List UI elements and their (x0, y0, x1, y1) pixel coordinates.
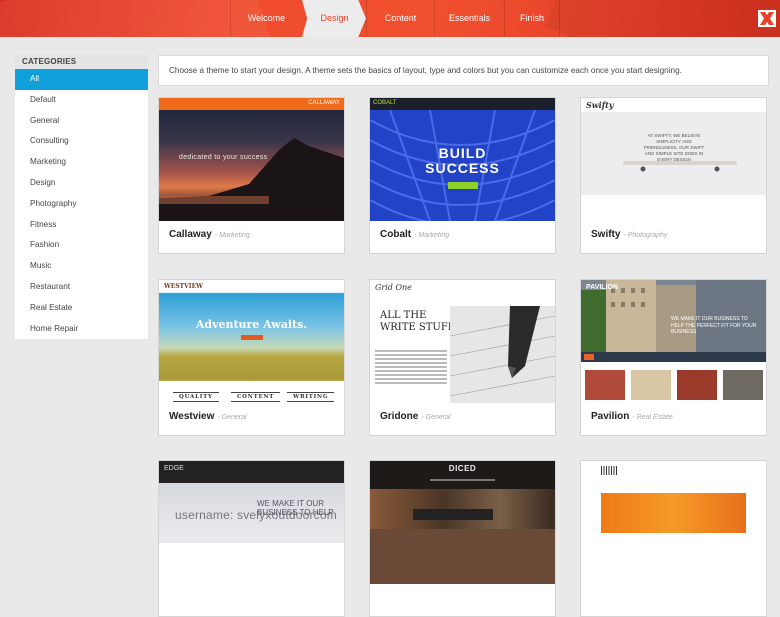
preview-logo-barcode (601, 466, 617, 475)
preview-logo: Swifty (586, 100, 614, 110)
theme-category: - Real Estate (632, 414, 673, 421)
preview-nav (581, 352, 766, 362)
intro-message: Choose a theme to start your design. A t… (158, 55, 769, 86)
theme-label: Gridone - General (380, 411, 451, 422)
theme-name: Pavilion (591, 411, 630, 422)
preview-cta (241, 335, 263, 340)
preview-footer-label: QUALITY (173, 392, 219, 402)
theme-label: Callaway - Marketing (169, 229, 250, 240)
preview-headline: ALL THE WRITE STUFF (380, 310, 455, 333)
theme-card-westview[interactable]: WESTVIEW Adventure Awaits. QUALITY CONTE… (158, 279, 345, 436)
close-x-icon (760, 12, 774, 25)
category-consulting[interactable]: Consulting (15, 131, 148, 152)
step-finish[interactable]: Finish (504, 0, 560, 37)
category-general[interactable]: General (15, 111, 148, 132)
preview-footer-label: WRITING (287, 392, 335, 402)
theme-category: - Marketing (214, 232, 250, 239)
skateboard-image (623, 161, 737, 172)
preview-footer-label: CONTENT (231, 392, 281, 402)
wizard-header: Welcome Design Content Essentials Finish (0, 0, 780, 37)
category-real-estate[interactable]: Real Estate (15, 298, 148, 319)
close-button[interactable] (758, 10, 776, 27)
preview-header (159, 461, 344, 483)
fountain-pen-image (450, 306, 555, 403)
theme-card-orange[interactable] (580, 460, 767, 617)
overlay-bar (413, 509, 493, 520)
theme-category: - Photography (623, 232, 668, 239)
preview-text: WE MAKE IT OUR BUSINESS TO HELP THE PERF… (671, 316, 757, 335)
category-restaurant[interactable]: Restaurant (15, 277, 148, 298)
preview-logo: EDGE (164, 465, 184, 472)
step-content[interactable]: Content (366, 0, 434, 37)
theme-category: - General (217, 414, 247, 421)
category-home-repair[interactable]: Home Repair (15, 319, 148, 340)
theme-category: - Marketing (414, 232, 450, 239)
theme-card-gridone[interactable]: Grid One ALL THE WRITE STUFF Gridone - Ge… (369, 279, 556, 436)
preview-text: AT SWIFTY, WE BELIEVE SIMPLICITY AND FRI… (643, 133, 705, 162)
step-design[interactable]: Design (302, 0, 366, 37)
preview-logo: Grid One (375, 283, 412, 292)
category-default[interactable]: Default (15, 90, 148, 111)
category-design[interactable]: Design (15, 173, 148, 194)
preview-listings (581, 362, 766, 403)
theme-preview-cobalt: COBALT BUILD SUCCESS (370, 98, 555, 221)
preview-body-text (375, 350, 447, 386)
listing-thumbnails (585, 370, 763, 400)
preview-headline: BUILD SUCCESS (370, 146, 555, 176)
preview-cta (448, 182, 478, 189)
theme-name: Gridone (380, 411, 419, 422)
category-fitness[interactable]: Fitness (15, 215, 148, 236)
theme-preview-diced: DICED (370, 461, 555, 584)
header-decoration (545, 0, 780, 37)
preview-footer (581, 195, 766, 221)
theme-preview-edge: EDGE WE MAKE IT OUR BUSINESS TO HELP (159, 461, 344, 584)
theme-preview-westview: WESTVIEW Adventure Awaits. QUALITY CONTE… (159, 280, 344, 403)
preview-headline-line: SUCCESS (425, 160, 500, 176)
theme-preview-orange (581, 461, 766, 584)
theme-preview-swifty: Swifty AT SWIFTY, WE BELIEVE SIMPLICITY … (581, 98, 766, 221)
theme-label: Cobalt - Marketing (380, 229, 449, 240)
preview-header (370, 98, 555, 110)
preview-logo: WESTVIEW (164, 283, 203, 290)
category-photography[interactable]: Photography (15, 194, 148, 215)
category-fashion[interactable]: Fashion (15, 235, 148, 256)
theme-preview-pavilion: PAVILION WE MAKE IT OUR BUSINESS TO HELP… (581, 280, 766, 403)
preview-logo: DICED (448, 464, 477, 473)
preview-tagline: dedicated to your success (179, 154, 268, 161)
preview-nav (430, 479, 495, 481)
category-all[interactable]: All (15, 69, 148, 90)
theme-card-edge[interactable]: EDGE WE MAKE IT OUR BUSINESS TO HELP (158, 460, 345, 617)
theme-card-cobalt[interactable]: COBALT BUILD SUCCESS Cobalt - Marketing (369, 97, 556, 254)
category-music[interactable]: Music (15, 256, 148, 277)
theme-preview-gridone: Grid One ALL THE WRITE STUFF (370, 280, 555, 403)
categories-sidebar: CATEGORIES All Default General Consultin… (15, 55, 148, 339)
theme-name: Cobalt (380, 229, 412, 240)
theme-card-callaway[interactable]: CALLAWAY dedicated to your success Calla… (158, 97, 345, 254)
theme-category: - General (421, 414, 451, 421)
theme-card-diced[interactable]: DICED (369, 460, 556, 617)
preview-headline: Adventure Awaits. (195, 318, 308, 331)
theme-name: Westview (169, 411, 215, 422)
step-essentials[interactable]: Essentials (434, 0, 504, 37)
theme-card-swifty[interactable]: Swifty AT SWIFTY, WE BELIEVE SIMPLICITY … (580, 97, 767, 254)
preview-logo: PAVILION (586, 284, 619, 291)
preview-logo: CALLAWAY (308, 100, 340, 106)
category-marketing[interactable]: Marketing (15, 152, 148, 173)
preview-text-line: WE MAKE IT OUR (257, 499, 324, 508)
theme-preview-callaway: CALLAWAY dedicated to your success (159, 98, 344, 221)
theme-label: Swifty - Photography (591, 229, 667, 240)
preview-logo: COBALT (373, 100, 397, 106)
theme-label: Westview - General (169, 411, 247, 422)
theme-name: Swifty (591, 229, 621, 240)
theme-card-pavilion[interactable]: PAVILION WE MAKE IT OUR BUSINESS TO HELP… (580, 279, 767, 436)
categories-title: CATEGORIES (15, 55, 148, 69)
step-welcome[interactable]: Welcome (230, 0, 302, 37)
wizard-steps: Welcome Design Content Essentials Finish (230, 0, 560, 37)
theme-label: Pavilion - Real Estate (591, 411, 673, 422)
preview-headline-line: BUILD (438, 145, 487, 161)
theme-name: Callaway (169, 229, 212, 240)
preview-hero (601, 493, 746, 533)
mountain-silhouette (159, 138, 344, 221)
